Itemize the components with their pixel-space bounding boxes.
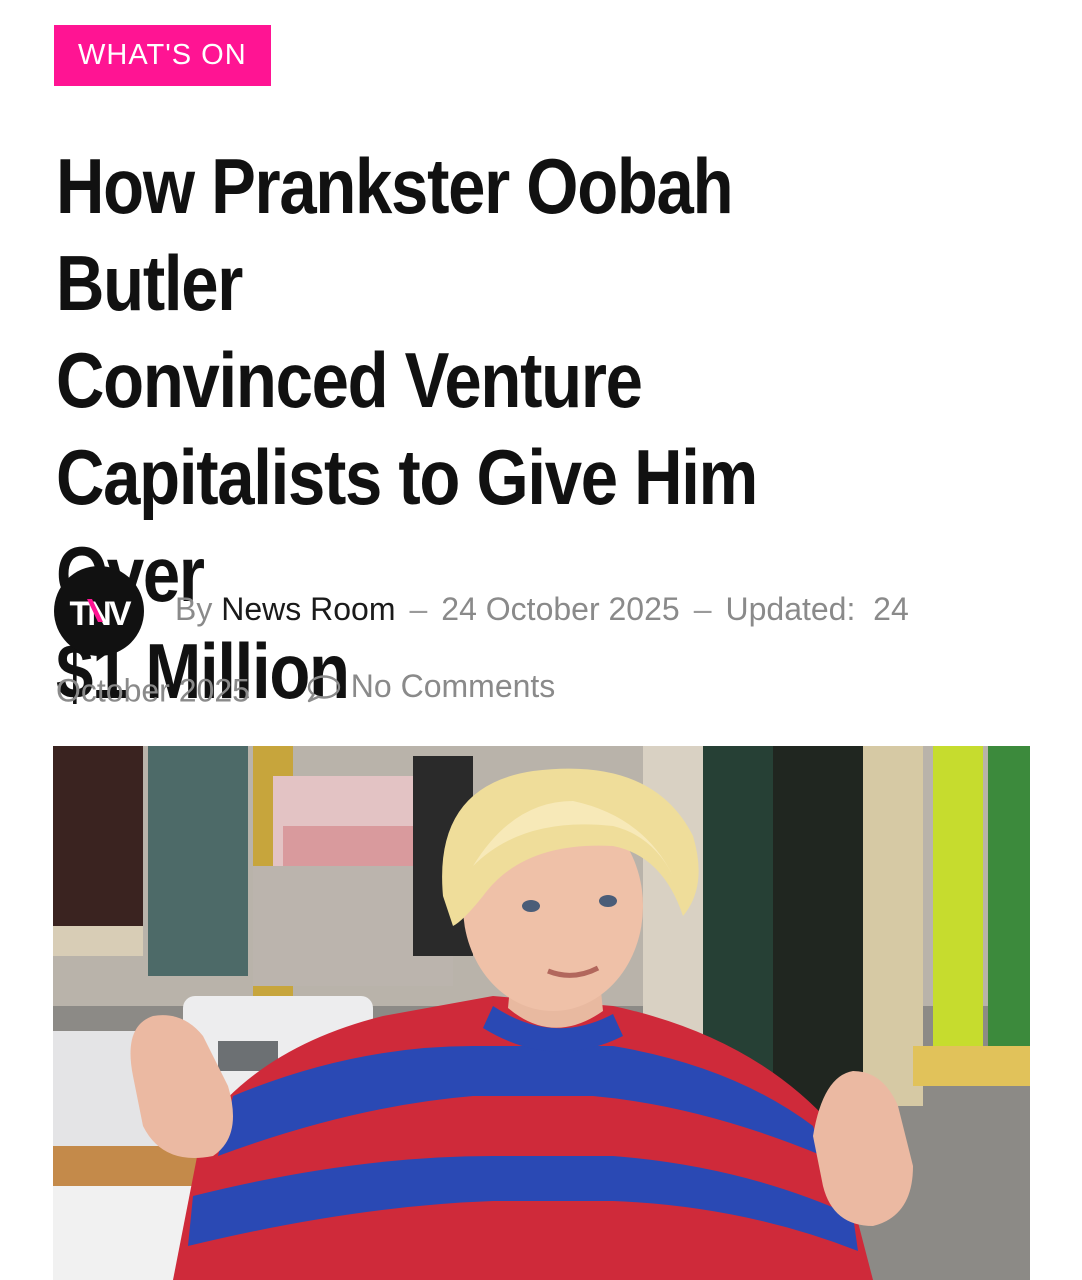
article-title: How Prankster Oobah Butler Convinced Ven…: [56, 138, 907, 720]
separator: –: [409, 591, 428, 627]
updated-label: Updated:: [725, 591, 856, 627]
by-prefix: By: [175, 591, 213, 627]
tnv-logo-icon: TNV: [70, 595, 135, 633]
comments-link[interactable]: No Comments: [305, 668, 556, 705]
published-date: 24 October 2025: [441, 591, 680, 627]
updated-day: 24: [873, 591, 909, 627]
author-link[interactable]: News Room: [221, 591, 395, 627]
comments-count-label: No Comments: [350, 668, 556, 704]
byline-row-2: October 2025 No Comments: [56, 668, 555, 710]
svg-text:TNV: TNV: [70, 595, 132, 633]
author-avatar[interactable]: TNV: [54, 566, 144, 656]
separator: –: [693, 591, 712, 627]
hero-photo-icon: [53, 746, 1030, 1280]
title-line: How Prankster Oobah Butler: [56, 142, 734, 327]
byline-row: By News Room –24 October 2025– Updated: 24: [175, 591, 909, 628]
title-line: Convinced Venture: [56, 336, 643, 424]
hero-image[interactable]: [53, 746, 1030, 1280]
category-tag-whats-on[interactable]: WHAT'S ON: [54, 25, 271, 86]
updated-date-rest: October 2025: [56, 672, 250, 709]
comment-bubble-icon: [307, 674, 340, 702]
